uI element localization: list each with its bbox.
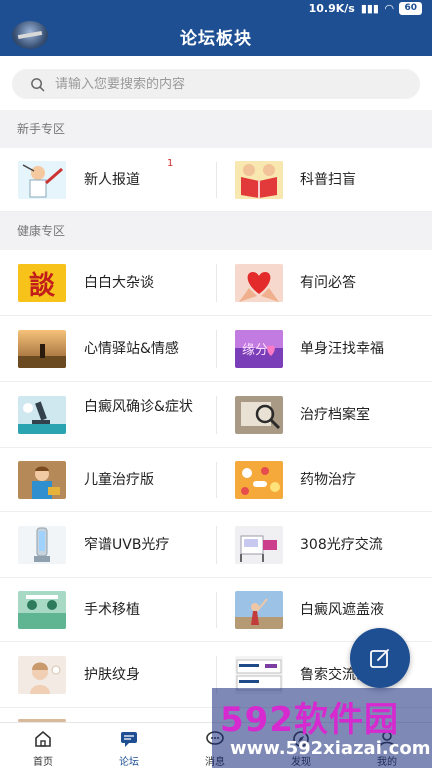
heart-hands-thumb bbox=[235, 264, 283, 302]
pills-thumb bbox=[235, 461, 283, 499]
network-speed: 10.9K/s bbox=[308, 2, 355, 15]
forum-icon bbox=[121, 732, 137, 747]
forum-item-danshen[interactable]: 缘分 单身汪找幸福 bbox=[216, 316, 432, 381]
forum-label: 护肤纹身 bbox=[84, 667, 140, 683]
forum-item-shoushu[interactable]: 手术移植 bbox=[0, 578, 216, 641]
forum-row: 談 白白大杂谈 有问必答 bbox=[0, 250, 432, 316]
child-thumb bbox=[18, 461, 66, 499]
forum-label: 治疗档案室 bbox=[300, 407, 370, 423]
woman-sky-thumb bbox=[235, 591, 283, 629]
forum-row: 白癜风确诊&症状 治疗档案室 bbox=[0, 382, 432, 448]
tab-label: 首页 bbox=[33, 757, 53, 768]
forum-item-xinqing[interactable]: 心情驿站&情感 bbox=[0, 316, 216, 381]
magnifier-file-thumb bbox=[235, 396, 283, 434]
tab-forum[interactable]: 论坛 bbox=[86, 723, 172, 768]
uvb-lamp-thumb bbox=[18, 526, 66, 564]
forum-item-kepu[interactable]: 科普扫盲 bbox=[216, 148, 432, 211]
forum-item-queren[interactable]: 白癜风确诊&症状 bbox=[0, 382, 216, 447]
section-header-health: 健康专区 bbox=[0, 212, 432, 250]
reading-book-thumb bbox=[235, 161, 283, 199]
svg-text:談: 談 bbox=[29, 270, 56, 301]
forum-row: 窄谱UVB光疗 308光疗交流 bbox=[0, 512, 432, 578]
forum-label: 单身汪找幸福 bbox=[300, 341, 384, 357]
forum-row: 儿童治疗版 药物治疗 bbox=[0, 448, 432, 512]
search-box[interactable] bbox=[12, 69, 420, 99]
forum-item-baibai[interactable]: 談 白白大杂谈 bbox=[0, 250, 216, 315]
forum-label: 儿童治疗版 bbox=[84, 472, 154, 488]
search-input[interactable] bbox=[55, 76, 355, 92]
forum-item-laser308[interactable]: 308光疗交流 bbox=[216, 512, 432, 577]
forum-item-ertong[interactable]: 儿童治疗版 bbox=[0, 448, 216, 511]
forum-label: 白癜风确诊&症状 bbox=[84, 399, 193, 415]
microscope-thumb bbox=[18, 396, 66, 434]
forum-label: 白癜风遮盖液 bbox=[300, 602, 384, 618]
forum-label: 308光疗交流 bbox=[300, 537, 383, 553]
forum-item-yaowu[interactable]: 药物治疗 bbox=[216, 448, 432, 511]
forum-row: 心情驿站&情感 缘分 单身汪找幸福 bbox=[0, 316, 432, 382]
unread-badge: 1 bbox=[167, 158, 174, 169]
edit-icon bbox=[370, 649, 389, 668]
sunset-person-thumb bbox=[18, 330, 66, 368]
watermark: 592软件园 www.592xiazai.com bbox=[212, 688, 432, 768]
search-icon bbox=[31, 77, 45, 91]
doctor-cartoon-thumb bbox=[18, 161, 66, 199]
section-header-newbie: 新手专区 bbox=[0, 110, 432, 148]
forum-label: 手术移植 bbox=[84, 602, 140, 618]
status-bar: 10.9K/s ▮▮▮ ◠ 60 bbox=[309, 2, 422, 15]
forum-item-dangan[interactable]: 治疗档案室 bbox=[216, 382, 432, 447]
tab-label: 论坛 bbox=[119, 757, 139, 768]
page-title: 论坛板块 bbox=[180, 29, 252, 49]
forum-item-xinren[interactable]: 新人报道 1 bbox=[0, 148, 216, 211]
forum-label: 新人报道 bbox=[84, 172, 140, 188]
laser-device-thumb bbox=[235, 526, 283, 564]
home-icon bbox=[35, 730, 51, 747]
purple-love-thumb: 缘分 bbox=[235, 330, 283, 368]
forum-label: 药物治疗 bbox=[300, 472, 356, 488]
tab-home[interactable]: 首页 bbox=[0, 723, 86, 768]
svg-text:缘分: 缘分 bbox=[242, 343, 268, 358]
forum-label: 白白大杂谈 bbox=[84, 275, 154, 291]
forum-label: 心情驿站&情感 bbox=[84, 341, 179, 357]
signal-icon: ▮▮▮ bbox=[360, 2, 379, 15]
operating-room-thumb bbox=[18, 591, 66, 629]
watermark-url: www.592xiazai.com bbox=[230, 738, 431, 759]
forum-label: 科普扫盲 bbox=[300, 172, 356, 188]
forum-item-zhegai[interactable]: 白癜风遮盖液 bbox=[216, 578, 432, 641]
wifi-icon: ◠ bbox=[385, 2, 394, 15]
watermark-brand: 592软件园 bbox=[220, 700, 399, 740]
battery-icon: 60 bbox=[399, 2, 422, 15]
forum-item-hufu[interactable]: 护肤纹身 bbox=[0, 642, 216, 707]
search-bar bbox=[0, 56, 432, 110]
forum-label: 窄谱UVB光疗 bbox=[84, 537, 170, 553]
compose-post-button[interactable] bbox=[350, 628, 410, 688]
app-header: 10.9K/s ▮▮▮ ◠ 60 论坛板块 bbox=[0, 0, 432, 56]
forum-label: 有问必答 bbox=[300, 275, 356, 291]
forum-item-youwen[interactable]: 有问必答 bbox=[216, 250, 432, 315]
talk-character-thumb: 談 bbox=[18, 264, 66, 302]
forum-row: 新人报道 1 科普扫盲 bbox=[0, 148, 432, 212]
skincare-thumb bbox=[18, 656, 66, 694]
forum-item-uvb[interactable]: 窄谱UVB光疗 bbox=[0, 512, 216, 577]
